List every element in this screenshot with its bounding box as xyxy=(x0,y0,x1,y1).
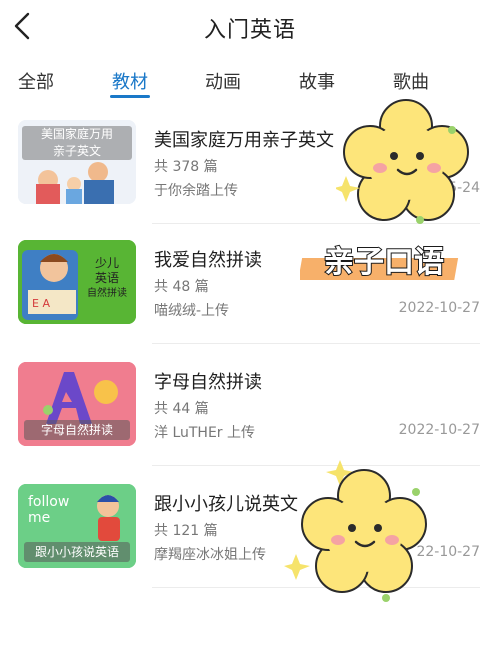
cover-caption-line2: 亲子英文 xyxy=(52,144,101,158)
divider xyxy=(152,343,480,344)
item-count: 共 44 篇 xyxy=(154,401,209,417)
cover-image: 美国家庭万用 亲子英文 xyxy=(18,120,136,204)
item-uploader: 洋 LuTHEr 上传 xyxy=(154,425,256,441)
tab-animation[interactable]: 动画 xyxy=(205,68,241,94)
page-title: 入门英语 xyxy=(203,18,296,43)
active-tab-indicator xyxy=(110,95,150,98)
item-date: 2022-10-27 xyxy=(398,422,480,438)
tab-story[interactable]: 故事 xyxy=(299,68,335,94)
cover-image: E A 少儿 英语 自然拼读 xyxy=(18,240,136,324)
item-date: 2022-10-27 xyxy=(398,300,480,316)
item-uploader: 摩羯座冰冰姐上传 xyxy=(154,547,266,563)
cover-caption: 字母自然拼读 xyxy=(24,420,130,440)
list-item[interactable]: 字母自然拼读 字母自然拼读 共 44 篇 洋 LuTHEr 上传 2022-10… xyxy=(0,346,500,466)
item-count: 共 48 篇 xyxy=(154,279,209,295)
item-title: 跟小小孩儿说英文 xyxy=(154,494,298,515)
cover-text-line3: 自然拼读 xyxy=(87,288,127,299)
item-title: 美国家庭万用亲子英文 xyxy=(154,130,334,151)
item-uploader: 于你余踏上传 xyxy=(154,183,238,199)
item-uploader: 喵绒绒-上传 xyxy=(154,303,230,319)
sticker-banner: 亲子口语 xyxy=(298,236,470,284)
cover-image: follow me 跟小小孩说英语 xyxy=(18,484,136,568)
cover-text: follow me xyxy=(28,494,70,526)
item-title: 字母自然拼读 xyxy=(154,372,262,393)
cover-image: 字母自然拼读 xyxy=(18,362,136,446)
item-count: 共 121 篇 xyxy=(154,523,218,539)
tab-all[interactable]: 全部 xyxy=(18,68,54,94)
cover-text-line1: 少儿 xyxy=(94,256,119,270)
item-title: 我爱自然拼读 xyxy=(154,250,262,271)
cover-caption: 跟小小孩说英语 xyxy=(24,542,130,562)
tab-textbook[interactable]: 教材 xyxy=(112,68,148,94)
flower-sticker xyxy=(334,96,476,226)
sticker-text: 亲子口语 xyxy=(324,245,444,280)
svg-text:E A: E A xyxy=(32,297,50,310)
tab-song[interactable]: 歌曲 xyxy=(393,68,429,94)
cover-caption-line1: 美国家庭万用 xyxy=(40,127,113,141)
top-bar: 入门英语 xyxy=(0,0,500,56)
flower-sticker xyxy=(284,454,434,604)
item-count: 共 378 篇 xyxy=(154,159,218,175)
cover-text-line2: 英语 xyxy=(94,271,119,285)
